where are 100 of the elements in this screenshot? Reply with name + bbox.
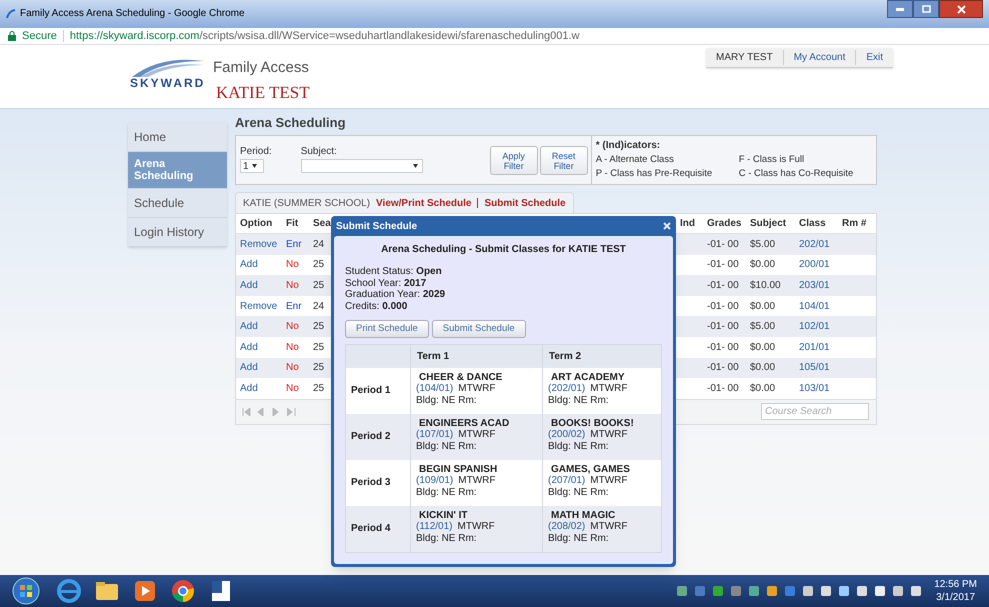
tray-icon[interactable] — [856, 585, 868, 597]
sidebar-item[interactable]: Schedule — [128, 189, 227, 218]
course-days: MTWRF — [590, 521, 628, 533]
subject-cell-text: $0.00 — [749, 361, 776, 376]
option-link[interactable]: Remove — [236, 236, 282, 252]
option-link[interactable]: Add — [236, 257, 282, 272]
media-player-icon[interactable] — [132, 578, 158, 604]
filter-button[interactable]: Reset Filter — [540, 146, 588, 175]
indicator-legend: F - Class is Full — [738, 153, 876, 167]
tray-icon[interactable] — [910, 585, 922, 597]
tray-icon[interactable] — [748, 585, 760, 597]
tray-icon[interactable] — [676, 585, 688, 597]
course-code-link[interactable]: (200/02) — [548, 429, 586, 441]
course-location: Bldg: NE Rm: — [416, 440, 478, 452]
option-link[interactable]: Add — [236, 278, 282, 293]
fit-cell-text: No — [285, 361, 300, 376]
course-name: KICKIN' IT — [419, 510, 468, 522]
course-code-link[interactable]: (107/01) — [416, 429, 454, 441]
grades-cell-text: -01- 00 — [706, 258, 740, 272]
course-days: MTWRF — [590, 475, 628, 487]
schedule-link[interactable]: View/Print Schedule — [376, 196, 472, 210]
term-header: Term 2 — [542, 344, 661, 368]
fit-cell-text: No — [285, 278, 300, 293]
class-link[interactable]: 200/01 — [795, 257, 838, 272]
seats-cell-text: 25 — [312, 340, 326, 355]
course-name: BEGIN SPANISH — [419, 464, 498, 476]
maximize-button[interactable] — [913, 0, 939, 18]
class-link[interactable]: 203/01 — [795, 278, 838, 293]
subject-cell-text: $5.00 — [749, 238, 776, 252]
tab-icon — [6, 8, 16, 18]
grades-cell-text: -01- 00 — [706, 382, 740, 396]
class-link[interactable]: 103/01 — [795, 380, 838, 396]
subject-cell-text: $0.00 — [749, 300, 776, 314]
course-code-link[interactable]: (207/01) — [548, 475, 586, 487]
fit-cell-text: No — [285, 382, 300, 396]
start-orb-icon[interactable] — [12, 577, 40, 605]
seats-cell-text: 25 — [312, 258, 326, 272]
close-icon — [956, 4, 966, 14]
course-search-field[interactable]: Course Search — [761, 403, 869, 420]
column-header: Fit — [285, 217, 300, 231]
subject-label: Subject: — [300, 145, 338, 159]
period-label: Period 2 — [346, 414, 410, 460]
dialog-button[interactable]: Print Schedule — [345, 320, 429, 338]
tray-icon[interactable] — [766, 585, 778, 597]
course-location: Bldg: NE Rm: — [416, 532, 478, 544]
course-location: Bldg: NE Rm: — [548, 394, 610, 406]
tray-icon[interactable] — [892, 585, 904, 597]
user-menu-link[interactable]: Exit — [855, 50, 894, 65]
secure-label: Secure — [22, 28, 57, 44]
fit-cell-text: Enr — [285, 300, 303, 314]
seats-cell-text: 25 — [312, 361, 326, 376]
class-link[interactable]: 105/01 — [795, 360, 838, 376]
minimize-button[interactable] — [887, 0, 913, 18]
seats-cell-text: 24 — [312, 300, 326, 314]
course-days: MTWRF — [458, 429, 496, 441]
subject-cell-text: $5.00 — [749, 320, 776, 334]
period-select[interactable]: 1 — [240, 159, 264, 173]
course-code-link[interactable]: (208/02) — [548, 521, 586, 533]
option-link[interactable]: Add — [236, 360, 282, 376]
course-code-link[interactable]: (112/01) — [416, 521, 453, 533]
course-code-link[interactable]: (104/01) — [416, 383, 454, 395]
class-link[interactable]: 102/01 — [795, 319, 838, 334]
option-link[interactable]: Add — [236, 380, 282, 396]
grades-cell-text: -01- 00 — [706, 320, 740, 334]
option-link[interactable]: Remove — [236, 298, 282, 314]
maximize-icon — [922, 5, 930, 13]
indicator-legend: P - Class has Pre-Requisite — [596, 167, 739, 181]
student-term-label: KATIE (SUMMER SCHOOL) — [243, 196, 370, 210]
subject-cell-text: $0.00 — [749, 258, 776, 272]
tray-icon[interactable] — [838, 585, 850, 597]
course-code-link[interactable]: (109/01) — [416, 475, 454, 487]
chrome-icon[interactable] — [170, 578, 196, 604]
fit-cell-text: Enr — [285, 238, 303, 252]
tray-icon[interactable] — [820, 585, 832, 597]
seats-cell-text: 25 — [312, 382, 326, 396]
dialog-button[interactable]: Submit Schedule — [432, 320, 526, 338]
caret-icon — [252, 164, 257, 168]
course-code-link[interactable]: (202/01) — [548, 383, 586, 395]
filter-button[interactable]: Apply Filter — [490, 146, 538, 175]
option-link[interactable]: Add — [236, 340, 282, 355]
user-menu-link[interactable]: My Account — [782, 50, 856, 65]
course-location: Bldg: NE Rm: — [548, 486, 610, 498]
option-link[interactable]: Add — [236, 319, 282, 334]
sidebar-item[interactable]: Login History — [128, 218, 227, 247]
grades-cell-text: -01- 00 — [706, 361, 740, 376]
class-link[interactable]: 202/01 — [795, 236, 838, 252]
tray-icon[interactable] — [802, 585, 814, 597]
period-label: Period: — [240, 145, 272, 159]
close-button[interactable] — [939, 0, 983, 18]
subject-cell-text: $0.00 — [749, 382, 776, 396]
fit-cell-text: No — [285, 340, 300, 355]
column-header: Class — [798, 217, 827, 231]
url-text[interactable]: https://skyward.iscorp.com/scripts/wsisa.dll/WService=wseduhartlandlakesidewi/sfarenascheduling001.w — [70, 28, 580, 44]
tray-icon[interactable] — [874, 585, 886, 597]
subject-cell-text: $10.00 — [749, 278, 782, 293]
class-link[interactable]: 104/01 — [795, 298, 838, 314]
class-link[interactable]: 201/01 — [795, 340, 838, 355]
schedule-link[interactable]: Submit Schedule — [484, 196, 566, 210]
sidebar-item[interactable]: Home — [128, 123, 227, 152]
close-icon[interactable] — [663, 222, 671, 230]
